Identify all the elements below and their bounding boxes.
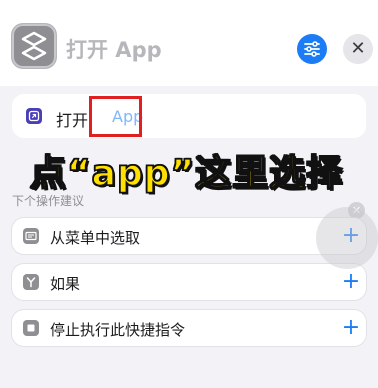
suggestion-label: 停止执行此快捷指令 — [50, 321, 186, 339]
shortcuts-icon[interactable] — [12, 24, 56, 68]
suggestion-stop-shortcut[interactable]: 停止执行此快捷指令 + — [12, 310, 366, 346]
annotation-text: 点“app”这里选择 — [29, 152, 344, 195]
suggestion-label: 如果 — [50, 275, 81, 293]
suggestion-choose-from-menu[interactable]: 从菜单中选取 + — [12, 218, 366, 254]
stop-icon — [23, 320, 39, 336]
action-title: 打开 App — [66, 38, 162, 62]
open-app-icon — [26, 108, 42, 124]
add-icon[interactable]: + — [340, 314, 362, 342]
highlight-box — [89, 96, 142, 137]
close-button[interactable]: ✕ — [343, 34, 373, 64]
sliders-icon — [304, 41, 320, 57]
header-bar: 打开 App ✕ — [0, 0, 378, 86]
branch-icon — [23, 274, 39, 290]
action-label: 打开 — [56, 111, 89, 130]
suggestion-label: 从菜单中选取 — [50, 229, 141, 247]
open-app-action[interactable]: 打开 App ✕ — [12, 94, 366, 219]
suggestions-title: 下个操作建议 — [12, 194, 85, 208]
settings-button[interactable] — [297, 34, 327, 64]
add-icon[interactable]: + — [340, 268, 362, 296]
touch-indicator — [316, 207, 378, 269]
suggestion-if[interactable]: 如果 + — [12, 264, 366, 300]
menu-icon — [23, 228, 39, 244]
